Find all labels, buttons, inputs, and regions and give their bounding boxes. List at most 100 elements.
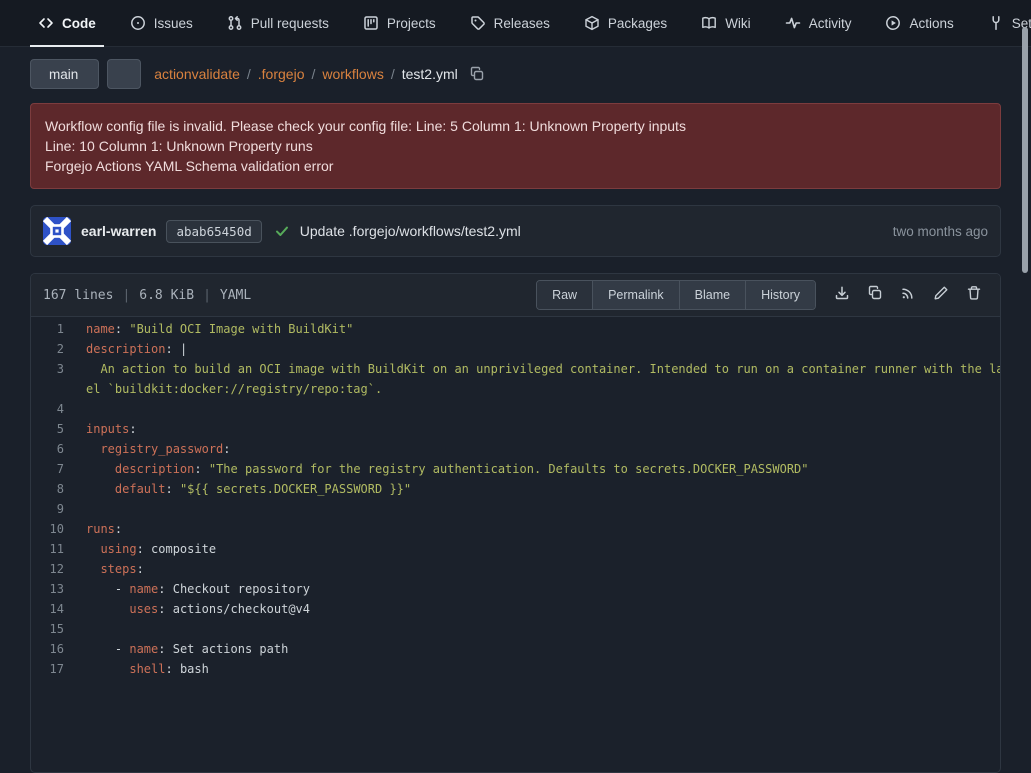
- tab-releases[interactable]: Releases: [460, 0, 560, 46]
- line-content: steps:: [64, 559, 144, 579]
- line-content: [64, 619, 86, 639]
- breadcrumb: actionvalidate/.forgejo/workflows/test2.…: [154, 66, 484, 82]
- tab-label: Actions: [909, 16, 953, 31]
- pull-request-icon: [227, 15, 243, 31]
- breadcrumb-link[interactable]: actionvalidate: [154, 66, 240, 82]
- tab-label: Pull requests: [251, 16, 329, 31]
- line-content: [64, 399, 86, 419]
- branch-name: main: [49, 67, 78, 82]
- workflow-error-banner: Workflow config file is invalid. Please …: [30, 103, 1001, 189]
- meta-separator: |: [203, 288, 211, 303]
- tab-label: Packages: [608, 16, 667, 31]
- line-number[interactable]: 17: [31, 659, 64, 679]
- breadcrumb-separator: /: [391, 66, 395, 82]
- line-number[interactable]: 16: [31, 639, 64, 659]
- line-number[interactable]: 12: [31, 559, 64, 579]
- code-line: 17 shell: bash: [31, 659, 1000, 679]
- permalink-button[interactable]: Permalink: [592, 281, 679, 309]
- code-line: 15: [31, 619, 1000, 639]
- file-view-buttons: RawPermalinkBlameHistory: [536, 280, 816, 310]
- commit-message[interactable]: Update .forgejo/workflows/test2.yml: [300, 223, 521, 239]
- code-line: 7 description: "The password for the reg…: [31, 459, 1000, 479]
- file-view-box: 167 lines | 6.8 KiB | YAML RawPermalinkB…: [30, 273, 1001, 773]
- tab-label: Code: [62, 16, 96, 31]
- line-number[interactable]: 15: [31, 619, 64, 639]
- rss-button[interactable]: [900, 285, 916, 306]
- file-action-buttons: [834, 285, 982, 306]
- tab-projects[interactable]: Projects: [353, 0, 446, 46]
- line-content: shell: bash: [64, 659, 209, 679]
- line-content: using: composite: [64, 539, 216, 559]
- download-button[interactable]: [834, 285, 850, 306]
- repo-tabs: Code Issues Pull requests Projects Releases P…: [28, 0, 978, 46]
- tab-pull-requests[interactable]: Pull requests: [217, 0, 339, 46]
- file-header: 167 lines | 6.8 KiB | YAML RawPermalinkB…: [31, 274, 1000, 317]
- line-number[interactable]: 4: [31, 399, 64, 419]
- line-number[interactable]: 6: [31, 439, 64, 459]
- rss-icon: [900, 285, 916, 301]
- line-number[interactable]: 10: [31, 519, 64, 539]
- line-number[interactable]: 3: [31, 359, 64, 379]
- tab-activity[interactable]: Activity: [775, 0, 862, 46]
- avatar[interactable]: [43, 217, 71, 245]
- breadcrumb-link[interactable]: .forgejo: [258, 66, 305, 82]
- tab-packages[interactable]: Packages: [574, 0, 677, 46]
- line-content: default: "${{ secrets.DOCKER_PASSWORD }}…: [64, 479, 411, 499]
- line-number[interactable]: [31, 379, 64, 399]
- code-line: el `buildkit:docker://registry/repo:tag`…: [31, 379, 1000, 399]
- code-line: 1name: "Build OCI Image with BuildKit": [31, 319, 1000, 339]
- tab-issues[interactable]: Issues: [120, 0, 203, 46]
- trash-button[interactable]: [966, 285, 982, 306]
- code-line: 16 - name: Set actions path: [31, 639, 1000, 659]
- wrench-icon: [988, 15, 1004, 31]
- copy-path-icon[interactable]: [469, 66, 485, 82]
- code-line: 12 steps:: [31, 559, 1000, 579]
- line-number[interactable]: 1: [31, 319, 64, 339]
- pulse-icon: [785, 15, 801, 31]
- line-number[interactable]: 8: [31, 479, 64, 499]
- breadcrumb-link[interactable]: workflows: [322, 66, 383, 82]
- line-number[interactable]: 7: [31, 459, 64, 479]
- tab-code[interactable]: Code: [28, 0, 106, 46]
- line-number[interactable]: 2: [31, 339, 64, 359]
- line-content: - name: Checkout repository: [64, 579, 310, 599]
- raw-button[interactable]: Raw: [537, 281, 592, 309]
- commit-author[interactable]: earl-warren: [81, 223, 156, 239]
- line-content: inputs:: [64, 419, 137, 439]
- download-icon: [834, 285, 850, 301]
- history-button[interactable]: History: [745, 281, 815, 309]
- tab-label: Releases: [494, 16, 550, 31]
- tab-label: Wiki: [725, 16, 751, 31]
- code-line: 11 using: composite: [31, 539, 1000, 559]
- file-language: YAML: [220, 288, 251, 303]
- compare-button[interactable]: [107, 59, 141, 89]
- scrollbar-thumb[interactable]: [1022, 27, 1028, 273]
- file-meta: 167 lines | 6.8 KiB | YAML: [43, 288, 251, 303]
- branch-selector-button[interactable]: main: [30, 59, 99, 89]
- commit-status-check-icon[interactable]: [274, 223, 290, 239]
- tag-icon: [470, 15, 486, 31]
- code-view: 1name: "Build OCI Image with BuildKit"2 d…: [31, 317, 1000, 679]
- line-number[interactable]: 9: [31, 499, 64, 519]
- copy-button[interactable]: [867, 285, 883, 306]
- tab-label: Issues: [154, 16, 193, 31]
- line-content: runs:: [64, 519, 122, 539]
- pencil-icon: [933, 285, 949, 301]
- line-number[interactable]: 14: [31, 599, 64, 619]
- line-number[interactable]: 5: [31, 419, 64, 439]
- scrollbar[interactable]: [1022, 0, 1028, 676]
- tab-actions[interactable]: Actions: [875, 0, 963, 46]
- meta-separator: |: [122, 288, 130, 303]
- line-number[interactable]: 11: [31, 539, 64, 559]
- repo-nav: Code Issues Pull requests Projects Releases P…: [0, 0, 1031, 47]
- code-line: 5inputs:: [31, 419, 1000, 439]
- breadcrumb-current-file: test2.yml: [402, 66, 458, 82]
- commit-hash-badge[interactable]: abab65450d: [166, 220, 261, 243]
- pencil-button[interactable]: [933, 285, 949, 306]
- blame-button[interactable]: Blame: [679, 281, 745, 309]
- tab-wiki[interactable]: Wiki: [691, 0, 761, 46]
- code-line: 4: [31, 399, 1000, 419]
- line-number[interactable]: 13: [31, 579, 64, 599]
- code-line: 9: [31, 499, 1000, 519]
- package-icon: [584, 15, 600, 31]
